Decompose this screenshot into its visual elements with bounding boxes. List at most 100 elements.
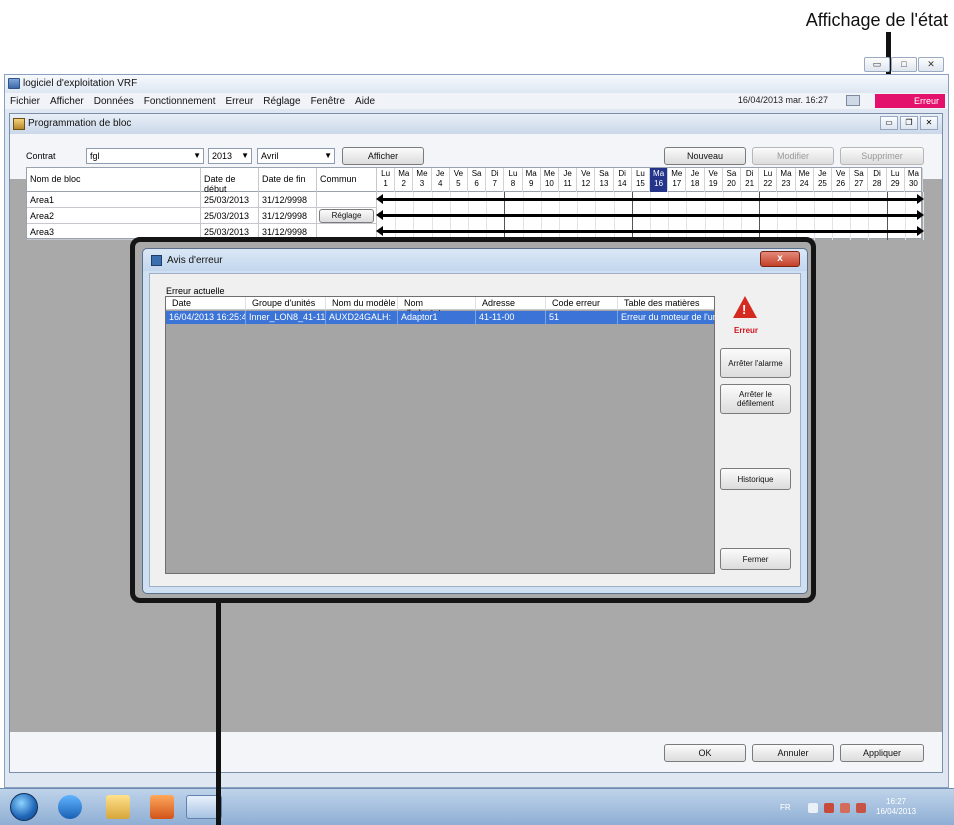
month-select[interactable]: Avril ▼ <box>257 148 335 164</box>
column-header-block-name[interactable]: Nom de bloc <box>27 168 201 192</box>
contract-value: fgl <box>90 151 100 161</box>
calendar-day[interactable]: Lu 29 <box>887 168 905 192</box>
new-button[interactable]: Nouveau <box>664 147 746 165</box>
table-row[interactable]: Area1 25/03/2013 31/12/9998 <box>27 192 377 208</box>
year-select[interactable]: 2013 ▼ <box>208 148 252 164</box>
end-date-cell: 31/12/9998 <box>259 208 317 224</box>
column-header-common[interactable]: Commun <box>317 168 377 192</box>
edit-button[interactable]: Modifier <box>752 147 834 165</box>
calendar-day[interactable]: Me 10 <box>541 168 559 192</box>
table-row[interactable]: Area2 25/03/2013 31/12/9998 Réglage <box>27 208 377 224</box>
calendar-day[interactable]: Ve 5 <box>450 168 468 192</box>
start-button[interactable] <box>10 793 38 821</box>
error-notice-dialog: Avis d'erreur x Erreur actuelle Date Gro… <box>142 248 808 594</box>
dialog-close-button[interactable]: x <box>760 251 800 267</box>
tray-flag-icon[interactable] <box>840 803 850 813</box>
calendar-day[interactable]: Me 17 <box>668 168 687 192</box>
error-list: Date Groupe d'unités Nom du modèle Nom d… <box>165 296 716 574</box>
minimize-button[interactable]: ▭ <box>864 57 890 72</box>
child-close-button[interactable]: ✕ <box>920 116 938 130</box>
calendar-day[interactable]: Sa 27 <box>850 168 869 192</box>
calendar-day[interactable]: Je 4 <box>432 168 450 192</box>
child-restore-button[interactable]: ❐ <box>900 116 918 130</box>
tray-volume-icon[interactable] <box>856 803 866 813</box>
error-row[interactable]: 16/04/2013 16:25:42 Inner_LON8_41-11 AUX… <box>166 311 716 324</box>
day-name: Di <box>618 169 626 178</box>
calendar-day[interactable]: Ve 19 <box>705 168 723 192</box>
close-button[interactable]: ✕ <box>918 57 944 72</box>
calendar-day[interactable]: Ve 26 <box>832 168 851 192</box>
error-status-indicator[interactable]: Erreur <box>875 94 945 108</box>
tray-arrow-icon[interactable] <box>808 803 818 813</box>
show-button[interactable]: Afficher <box>342 147 424 165</box>
calendar-day[interactable]: Me 24 <box>796 168 814 192</box>
calendar-day[interactable]: Lu 8 <box>504 168 523 192</box>
delete-button[interactable]: Supprimer <box>840 147 924 165</box>
day-number: 11 <box>563 179 572 188</box>
calendar-day[interactable]: Ve 12 <box>577 168 596 192</box>
calendar-day[interactable]: Je 18 <box>686 168 705 192</box>
calendar-day[interactable]: Ma 2 <box>395 168 414 192</box>
column-header-address[interactable]: Adresse <box>476 297 546 310</box>
calendar-day[interactable]: Di 7 <box>486 168 505 192</box>
menu-erreur[interactable]: Erreur <box>221 96 259 107</box>
cancel-button[interactable]: Annuler <box>752 744 834 762</box>
calendar-day[interactable]: Lu 15 <box>632 168 650 192</box>
ok-button[interactable]: OK <box>664 744 746 762</box>
media-player-icon[interactable] <box>150 795 174 819</box>
clock-time: 16:27 <box>886 797 907 806</box>
column-header-start-date[interactable]: Date de début <box>201 168 259 194</box>
calendar-day[interactable]: Me 3 <box>413 168 432 192</box>
app-titlebar: logiciel d'exploitation VRF <box>5 75 948 93</box>
calendar-day[interactable]: Sa 13 <box>595 168 614 192</box>
calendar-day[interactable]: Lu 22 <box>759 168 778 192</box>
setting-button[interactable]: Réglage <box>319 209 374 223</box>
stop-scroll-button[interactable]: Arrêter le défilement <box>720 384 791 414</box>
column-header-model-name[interactable]: Nom du modèle <box>326 297 398 310</box>
stop-alarm-button[interactable]: Arrêter l'alarme <box>720 348 791 378</box>
calendar-day[interactable]: Je 11 <box>559 168 578 192</box>
block-name-cell: Area3 <box>27 224 201 240</box>
close-dialog-button[interactable]: Fermer <box>720 548 791 570</box>
calendar-day[interactable]: Sa 6 <box>468 168 487 192</box>
column-header-date[interactable]: Date <box>166 297 246 310</box>
calendar-day[interactable]: Ma 9 <box>523 168 541 192</box>
menu-fonctionnement[interactable]: Fonctionnement <box>139 96 221 107</box>
menu-fenetre[interactable]: Fenêtre <box>306 96 350 107</box>
day-name: Sa <box>471 169 482 178</box>
column-header-end-date[interactable]: Date de fin <box>259 168 317 192</box>
menu-aide[interactable]: Aide <box>350 96 380 107</box>
restore-button[interactable]: □ <box>891 57 917 72</box>
calendar-day[interactable]: Ma 30 <box>905 168 923 192</box>
calendar-schedule-area <box>376 192 924 240</box>
day-name: Me <box>671 169 683 178</box>
browser-icon[interactable] <box>58 795 82 819</box>
language-indicator[interactable]: FR <box>780 803 791 812</box>
calendar-day[interactable]: Ma 23 <box>777 168 796 192</box>
menu-afficher[interactable]: Afficher <box>45 96 89 107</box>
calendar-day[interactable]: Sa 20 <box>723 168 741 192</box>
error-adapter-cell: Adaptor1 <box>398 311 476 324</box>
calendar-day[interactable]: Ma 16 <box>650 168 669 192</box>
column-header-contents[interactable]: Table des matières <box>618 297 716 310</box>
calendar-day[interactable]: Di 14 <box>614 168 632 192</box>
table-row[interactable]: Area3 25/03/2013 31/12/9998 <box>27 224 377 240</box>
day-number: 20 <box>726 179 736 188</box>
calendar-day[interactable]: Je 25 <box>814 168 832 192</box>
menu-donnees[interactable]: Données <box>89 96 139 107</box>
contract-select[interactable]: fgl ▼ <box>86 148 204 164</box>
tray-clock[interactable]: 16:27 16/04/2013 <box>876 797 916 817</box>
tray-network-icon[interactable] <box>824 803 834 813</box>
folder-icon[interactable] <box>106 795 130 819</box>
column-header-error-code[interactable]: Code erreur <box>546 297 618 310</box>
calendar-day[interactable]: Di 21 <box>741 168 760 192</box>
apply-button[interactable]: Appliquer <box>840 744 924 762</box>
child-minimize-button[interactable]: ▭ <box>880 116 898 130</box>
menu-reglage[interactable]: Réglage <box>258 96 305 107</box>
menu-fichier[interactable]: Fichier <box>5 96 45 107</box>
calendar-day[interactable]: Lu 1 <box>377 168 396 192</box>
calendar-day[interactable]: Di 28 <box>868 168 887 192</box>
history-button[interactable]: Historique <box>720 468 791 490</box>
column-header-adapter-name[interactable]: Nom d'adaptateur <box>398 297 476 318</box>
column-header-unit-group[interactable]: Groupe d'unités <box>246 297 326 310</box>
